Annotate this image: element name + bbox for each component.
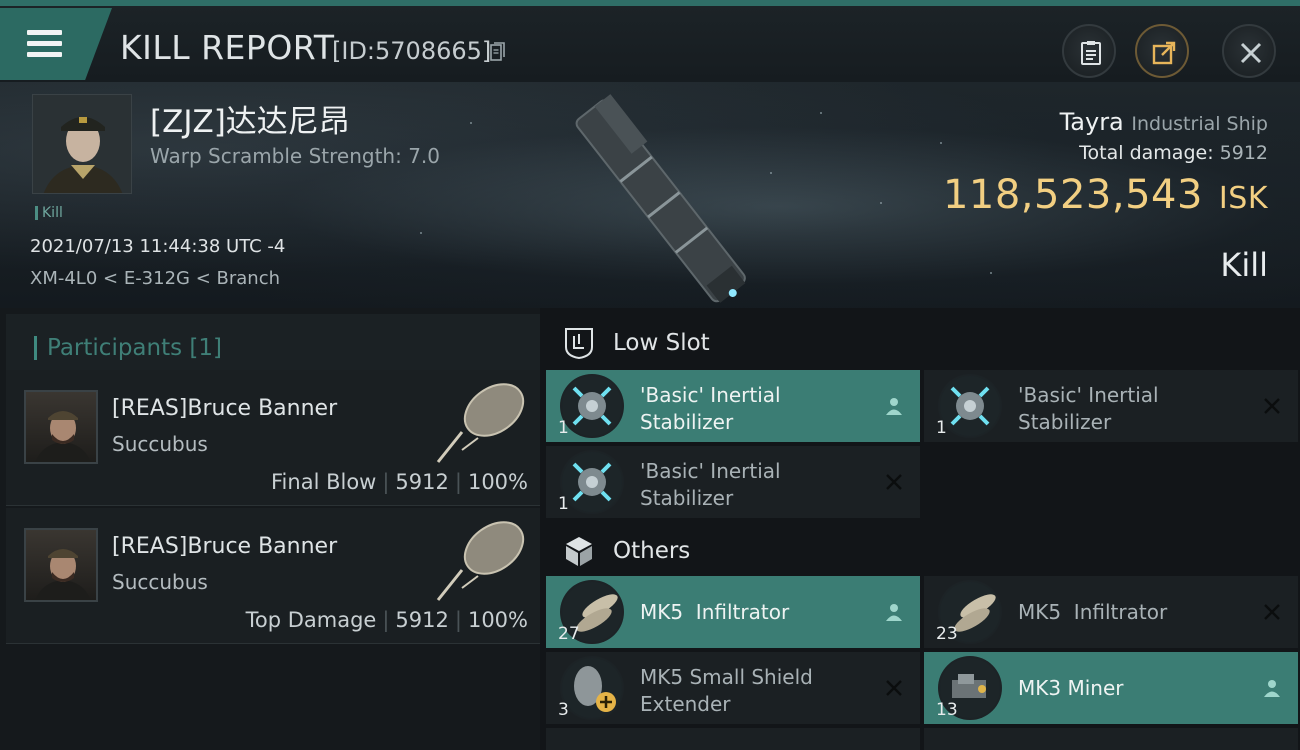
section-title: Others: [613, 538, 691, 564]
clipboard-button[interactable]: [1062, 24, 1116, 78]
item-entry[interactable]: 1 'Basic' Inertial Stabilizer: [924, 370, 1298, 442]
item-quantity: 1: [936, 418, 947, 438]
item-name: MK5 Small Shield Extender: [640, 665, 813, 716]
share-button[interactable]: [1135, 24, 1189, 78]
close-button[interactable]: [1222, 24, 1276, 78]
item-entry[interactable]: 1 'Basic' Inertial Stabilizer: [546, 370, 920, 442]
ship-render: [575, 94, 746, 303]
kill-result: Kill: [1220, 246, 1268, 284]
kill-tag: Kill: [35, 206, 63, 220]
item-quantity: 23: [936, 624, 958, 644]
cube-icon: [566, 537, 592, 566]
participant-row[interactable]: [REAS]Bruce Banner Succubus Final Blow | 5…: [6, 370, 540, 506]
section-others: Others: [546, 520, 1300, 580]
item-quantity: 3: [558, 700, 569, 720]
ship-name[interactable]: Tayra Industrial Ship: [1060, 108, 1268, 136]
participant-name[interactable]: [REAS]Bruce Banner: [112, 534, 337, 559]
item-quantity: 1: [558, 494, 569, 514]
participant-stats: Final Blow | 5912 | 100%: [271, 470, 528, 494]
participant-name[interactable]: [REAS]Bruce Banner: [112, 396, 337, 421]
item-name: 'Basic' Inertial Stabilizer: [640, 459, 781, 510]
participant-stats: Top Damage | 5912 | 100%: [245, 608, 528, 632]
avatar: [24, 390, 98, 464]
kill-datetime: 2021/07/13 11:44:38 UTC -4: [30, 236, 286, 257]
item-entry[interactable]: 13 MK3 Miner: [924, 652, 1298, 724]
dropped-person-icon: [1264, 680, 1280, 697]
destroyed-x-icon: [886, 680, 902, 696]
participant-row[interactable]: [REAS]Bruce Banner Succubus Top Damage | 5…: [6, 508, 540, 644]
total-damage: Total damage: 5912: [1079, 142, 1268, 164]
avatar: [33, 95, 131, 193]
low-slot-icon: [565, 328, 593, 360]
menu-icon: [27, 30, 62, 63]
item-name: 'Basic' Inertial Stabilizer: [1018, 383, 1159, 434]
participants-panel: Participants [1] [REAS]Bruce Banner Succ…: [0, 308, 540, 750]
clipboard-icon: [1081, 41, 1101, 65]
victim-portrait[interactable]: [32, 94, 132, 194]
avatar: [24, 528, 98, 602]
participant-ship: Succubus: [112, 432, 208, 456]
close-icon: [1240, 42, 1262, 64]
item-quantity: 1: [558, 418, 569, 438]
participants-title: Participants [1]: [34, 336, 222, 360]
items-panel: Low Slot 1 'Basic' Inertial Stabilizer 1 …: [540, 308, 1300, 750]
item-quantity: 13: [936, 700, 958, 720]
ship-class: Industrial Ship: [1131, 113, 1268, 135]
inertial-stabilizer-icon: [560, 374, 624, 438]
kill-summary: [ZJZ]达达尼昂 Warp Scramble Strength: 7.0 Ki…: [0, 82, 1300, 308]
warp-scramble-strength: Warp Scramble Strength: 7.0: [150, 144, 441, 168]
item-entry[interactable]: [924, 728, 1298, 750]
victim-name[interactable]: [ZJZ]达达尼昂: [150, 96, 350, 141]
item-entry[interactable]: [546, 728, 920, 750]
destroyed-x-icon: [1264, 604, 1280, 620]
item-name: MK5 Infiltrator: [640, 600, 790, 624]
item-entry[interactable]: 3 MK5 Small Shield Extender: [546, 652, 920, 724]
item-name: MK5 Infiltrator: [1018, 600, 1168, 624]
destroyed-x-icon: [886, 474, 902, 490]
copy-icon[interactable]: [490, 42, 506, 62]
participant-ship: Succubus: [112, 570, 208, 594]
shield-extender-icon: [560, 656, 624, 720]
item-entry[interactable]: 27 MK5 Infiltrator: [546, 576, 920, 648]
item-entry[interactable]: 1 'Basic' Inertial Stabilizer: [546, 446, 920, 518]
menu-button[interactable]: [0, 8, 112, 80]
inertial-stabilizer-icon: [560, 450, 624, 514]
share-icon: [1152, 41, 1176, 65]
inertial-stabilizer-icon: [938, 374, 1002, 438]
item-entry[interactable]: 23 MK5 Infiltrator: [924, 576, 1298, 648]
item-quantity: 27: [558, 624, 580, 644]
dropped-person-icon: [886, 398, 902, 415]
destroyed-x-icon: [1264, 398, 1280, 414]
kill-location[interactable]: XM-4L0 < E-312G < Branch: [30, 268, 280, 289]
item-name: 'Basic' Inertial Stabilizer: [640, 383, 781, 434]
top-bar: KILL REPORT [ID:5708665]: [0, 0, 1300, 82]
item-name: MK3 Miner: [1018, 676, 1124, 700]
participants-header: Participants [1]: [6, 314, 540, 372]
isk-value: 118,523,543 ISK: [942, 172, 1268, 218]
section-title: Low Slot: [613, 330, 710, 356]
dropped-person-icon: [886, 604, 902, 621]
succubus-ship-icon: [436, 521, 525, 601]
succubus-ship-icon: [436, 383, 525, 463]
page-title: KILL REPORT: [120, 28, 335, 67]
section-low-slot: Low Slot: [546, 312, 1300, 372]
report-id: [ID:5708665]: [332, 37, 492, 65]
